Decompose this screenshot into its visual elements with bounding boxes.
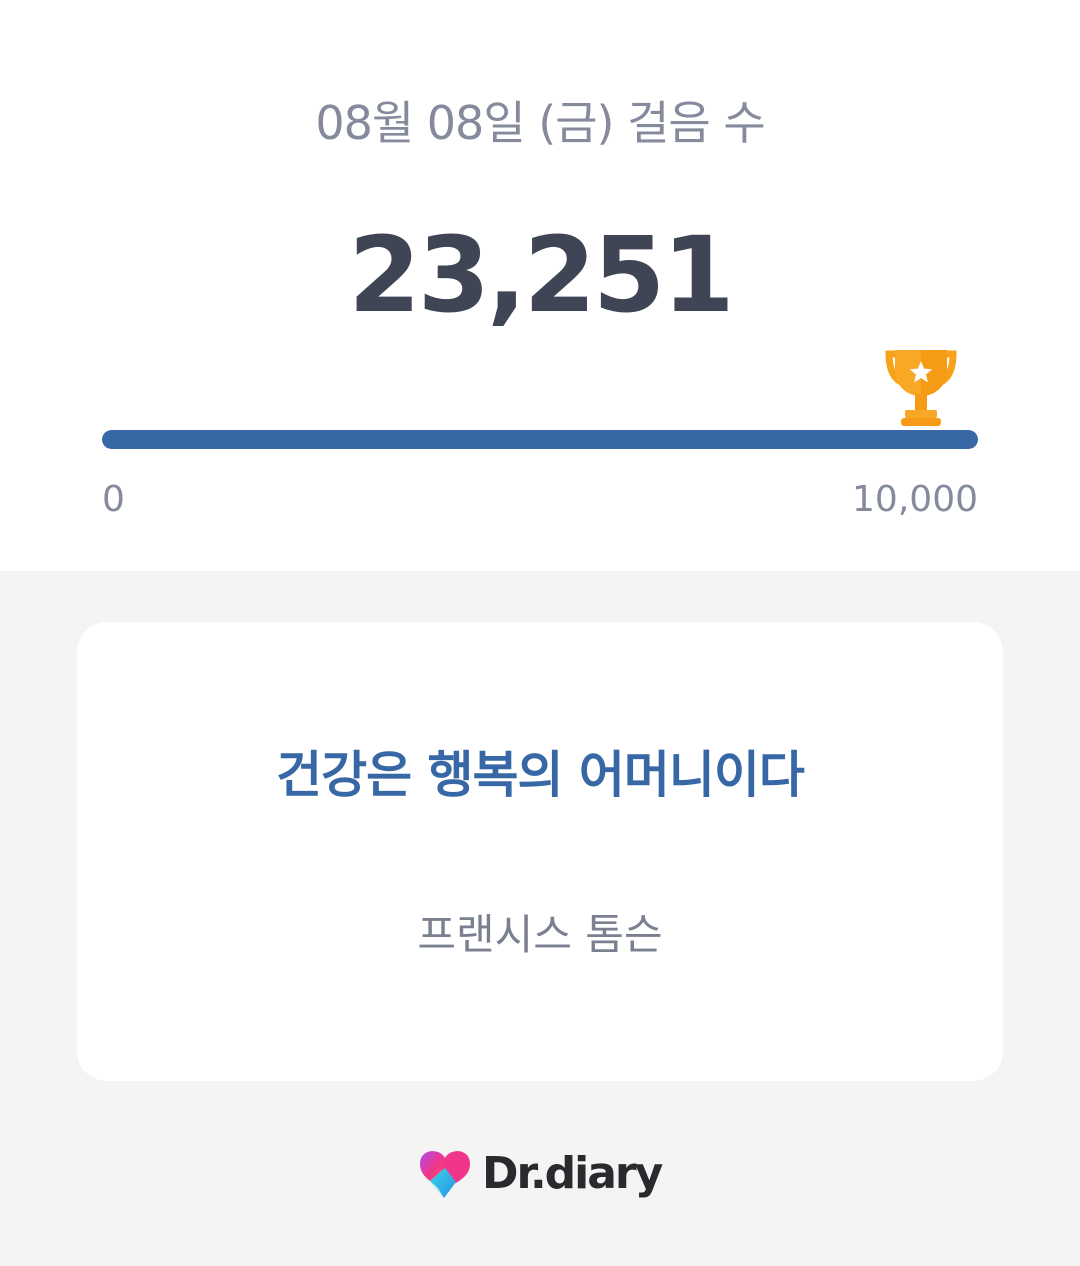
progress-scale-min: 0 xyxy=(102,479,125,520)
heart-logo-icon xyxy=(420,1151,470,1198)
brand-name: Dr.diary xyxy=(482,1148,663,1199)
steps-panel: 08월 08일 (금) 걸음 수 23,251 0 10,000 xyxy=(0,0,1080,571)
progress-scale-max: 10,000 xyxy=(852,479,978,520)
quote-text: 건강은 행복의 어머니이다 xyxy=(276,746,805,804)
trophy-icon xyxy=(885,350,957,426)
steps-progress-bar xyxy=(102,430,978,449)
quote-card xyxy=(77,622,1003,1081)
steps-progress-fill xyxy=(102,430,978,449)
brand-footer: Dr.diary xyxy=(416,1144,663,1204)
steps-date-title: 08월 08일 (금) 걸음 수 xyxy=(315,96,765,150)
quote-author: 프랜시스 톰슨 xyxy=(417,910,663,959)
step-count-value: 23,251 xyxy=(348,214,734,336)
